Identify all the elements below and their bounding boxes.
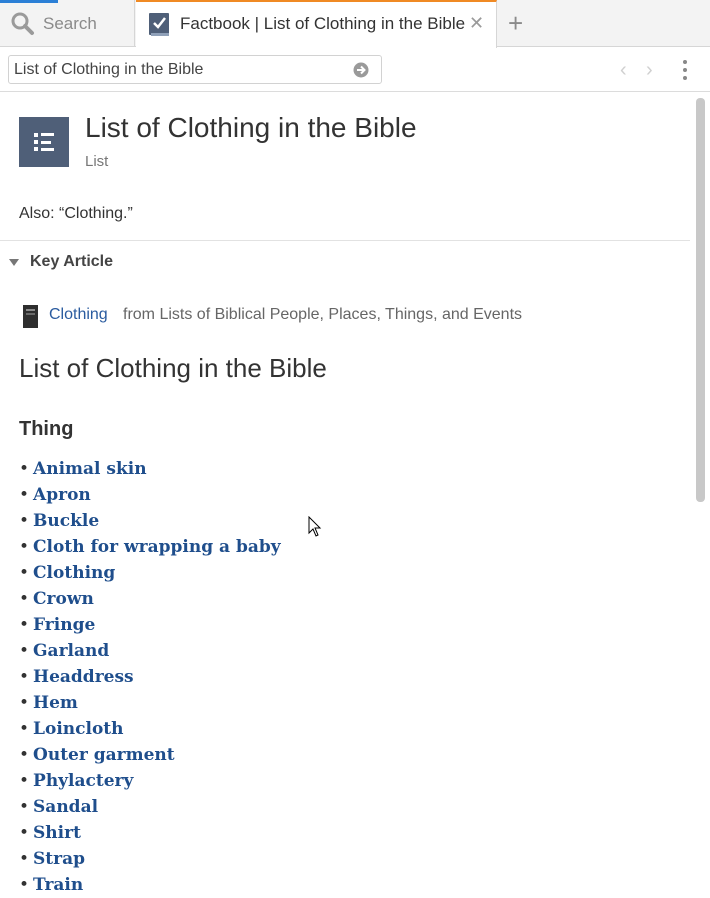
bullet: • [19,771,30,791]
page-title: List of Clothing in the Bible [85,112,417,143]
section-title: List of Clothing in the Bible [19,353,327,383]
search-icon [11,12,35,41]
bullet: • [19,459,30,479]
bullet: • [19,563,30,583]
list-item: • Buckle [19,508,281,534]
clothing-link[interactable]: Strap [33,849,85,869]
divider [0,240,690,241]
list-item: • Shirt [19,820,281,846]
tab-accent [0,0,58,3]
book-cover-icon [23,305,38,328]
mouse-cursor-icon [308,515,322,543]
article-type: List [85,153,109,170]
more-options-icon[interactable] [683,60,687,84]
clothing-link[interactable]: Hem [33,693,78,713]
factbook-icon [148,12,172,43]
list-item: • Phylactery [19,768,281,794]
collapse-caret-icon[interactable] [9,259,19,266]
address-input[interactable]: List of Clothing in the Bible [8,55,382,84]
list-item: • Fringe [19,612,281,638]
tab-factbook-label: Factbook | List of Clothing in the Bible [180,14,466,33]
list-item: • Sandal [19,794,281,820]
clothing-link[interactable]: Train [33,875,83,895]
clothing-link[interactable]: Headdress [33,667,134,687]
bullet: • [19,719,30,739]
section-subheading: Thing [19,418,74,440]
bullet: • [19,797,30,817]
tab-bar: Search Factbook | List of Clothing in th… [0,0,710,48]
tab-search-label: Search [43,14,97,33]
list-item: • Headdress [19,664,281,690]
list-item: • Train [19,872,281,898]
address-row: List of Clothing in the Bible ‹ › [0,47,710,92]
bullet: • [19,823,30,843]
list-item: • Cloth for wrapping a baby [19,534,281,560]
add-tab-button[interactable]: + [508,8,523,38]
key-article-source: from Lists of Biblical People, Places, T… [123,306,523,323]
list-item: • Animal skin [19,456,281,482]
bullet: • [19,485,30,505]
bullet: • [19,589,30,609]
bullet: • [19,537,30,557]
clothing-link[interactable]: Crown [33,589,94,609]
tab-factbook[interactable]: Factbook | List of Clothing in the Bible… [136,0,497,48]
clothing-link[interactable]: Fringe [33,615,95,635]
bullet: • [19,693,30,713]
list-item: • Clothing [19,560,281,586]
list-type-icon [19,117,69,167]
also-known-as: Also: “Clothing.” [19,205,133,222]
list-item: • Crown [19,586,281,612]
address-input-value[interactable]: List of Clothing in the Bible [14,61,203,79]
clothing-link[interactable]: Cloth for wrapping a baby [33,537,281,557]
bullet: • [19,875,30,895]
list-item: • Apron [19,482,281,508]
list-item: • Strap [19,846,281,872]
bullet: • [19,641,30,661]
forward-button[interactable]: › [646,59,653,82]
back-button[interactable]: ‹ [620,59,627,82]
clothing-link[interactable]: Garland [33,641,109,661]
key-article-link[interactable]: Clothing [49,306,108,324]
clothing-list: • Animal skin • Apron • Buckle • Cloth for w… [19,456,281,898]
bullet: • [19,615,30,635]
clothing-link[interactable]: Loincloth [33,719,123,739]
list-item: • Garland [19,638,281,664]
clothing-link[interactable]: Sandal [33,797,98,817]
vertical-scrollbar[interactable] [696,98,705,502]
list-item: • Outer garment [19,742,281,768]
clothing-link[interactable]: Shirt [33,823,81,843]
key-article-heading[interactable]: Key Article [30,253,113,271]
go-arrow-icon[interactable] [353,62,369,83]
close-tab-icon[interactable]: ✕ [469,13,484,34]
bullet: • [19,849,30,869]
bullet: • [19,745,30,765]
bullet: • [19,511,30,531]
list-item: • Loincloth [19,716,281,742]
clothing-link[interactable]: Phylactery [33,771,133,791]
clothing-link[interactable]: Buckle [33,511,99,531]
bullet: • [19,667,30,687]
clothing-link[interactable]: Apron [33,485,91,505]
clothing-link[interactable]: Outer garment [33,745,175,765]
clothing-link[interactable]: Clothing [33,563,115,583]
clothing-link[interactable]: Animal skin [33,459,147,479]
list-item: • Hem [19,690,281,716]
tab-search[interactable]: Search [0,0,135,47]
